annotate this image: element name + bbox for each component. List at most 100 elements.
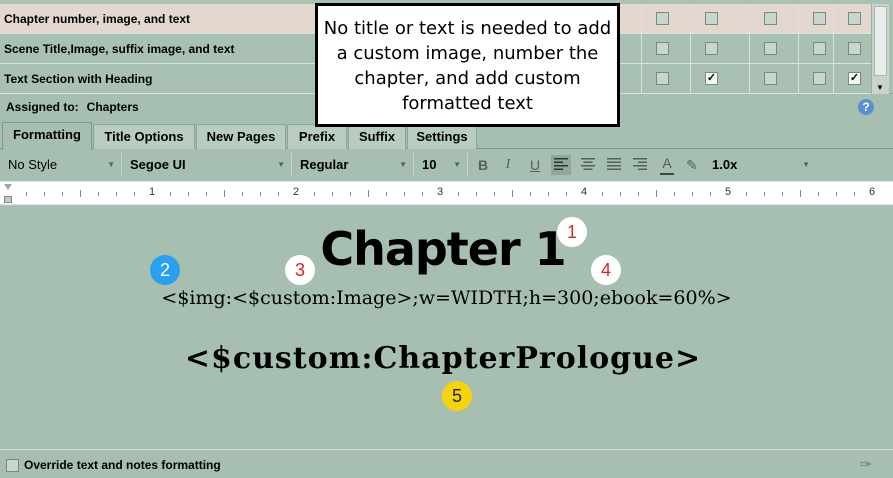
size-dropdown[interactable]: 10 ▼ — [416, 153, 468, 177]
row-checkbox[interactable] — [813, 42, 826, 55]
ruler-tick — [242, 192, 243, 196]
align-center-button[interactable] — [578, 155, 598, 175]
ruler-tick — [188, 192, 189, 196]
ruler-tick — [134, 192, 135, 196]
table-cell-divider — [798, 64, 799, 94]
ruler-tick — [332, 192, 333, 196]
highlighter-icon: ✎ — [686, 157, 698, 173]
row-checkbox[interactable] — [705, 42, 718, 55]
brush-icon[interactable]: ✑ — [860, 456, 872, 473]
tab-settings[interactable]: Settings — [407, 124, 477, 149]
italic-button[interactable]: I — [498, 155, 518, 175]
text-color-button[interactable]: A — [657, 155, 677, 175]
text-editor[interactable]: Chapter 1 <$img:<$custom:Image>;w=WIDTH;… — [0, 205, 893, 448]
weight-dropdown[interactable]: Regular ▼ — [294, 153, 414, 177]
ruler-tick — [638, 192, 639, 196]
ruler-tick — [458, 192, 459, 196]
row-checkbox[interactable] — [764, 12, 777, 25]
align-left-button[interactable] — [551, 155, 571, 175]
ruler-tick — [386, 192, 387, 196]
ruler-tick — [26, 192, 27, 196]
ruler-tick — [602, 192, 603, 196]
image-code: <$img:<$custom:Image>;w=WIDTH;h=300;eboo… — [161, 287, 732, 309]
ruler-tick — [422, 192, 423, 196]
row-checkbox[interactable] — [764, 72, 777, 85]
table-cell-divider — [641, 64, 642, 94]
row-checkbox[interactable] — [705, 12, 718, 25]
ruler-tick — [206, 192, 207, 196]
line-spacing-dropdown[interactable]: 1.0x ▼ — [706, 153, 816, 177]
tab-formatting[interactable]: Formatting — [2, 122, 92, 150]
table-scrollbar[interactable]: ▼ — [871, 4, 889, 94]
ruler-tick — [116, 192, 117, 196]
table-cell-divider — [749, 34, 750, 64]
ruler-tick — [692, 192, 693, 196]
table-cell-divider — [833, 34, 834, 64]
chevron-down-icon: ▼ — [399, 160, 407, 169]
row-checkbox[interactable]: ✓ — [848, 72, 861, 85]
table-cell-divider — [833, 4, 834, 34]
badge-2: 2 — [150, 255, 180, 285]
ruler-tick — [566, 192, 567, 196]
ruler-number: 5 — [725, 186, 732, 198]
row-checkbox[interactable] — [656, 12, 669, 25]
row-checkbox[interactable] — [848, 42, 861, 55]
font-dropdown[interactable]: Segoe UI ▼ — [124, 153, 292, 177]
ruler-number: 3 — [437, 186, 444, 198]
override-checkbox[interactable] — [6, 459, 19, 472]
ruler[interactable]: 1 2 3 4 5 6 — [0, 181, 893, 205]
ruler-tick — [80, 190, 81, 197]
text-color-icon: A — [662, 155, 672, 171]
tab-suffix[interactable]: Suffix — [348, 124, 406, 149]
ruler-tick — [764, 192, 765, 196]
tab-title-options[interactable]: Title Options — [93, 124, 195, 149]
row-checkbox[interactable] — [656, 72, 669, 85]
align-right-icon — [633, 158, 647, 170]
bold-button[interactable]: B — [473, 155, 493, 175]
ruler-tick — [476, 192, 477, 196]
row-checkbox[interactable] — [656, 42, 669, 55]
table-cell-divider — [833, 64, 834, 94]
ruler-tick — [278, 192, 279, 196]
tab-new-pages[interactable]: New Pages — [196, 124, 286, 149]
ruler-tick — [548, 192, 549, 196]
row-label: Scene Title,Image, suffix image, and tex… — [4, 42, 235, 56]
scroll-down-arrow-icon[interactable]: ▼ — [876, 83, 884, 92]
ruler-tick — [818, 192, 819, 196]
help-icon[interactable]: ? — [858, 99, 874, 115]
row-checkbox[interactable] — [764, 42, 777, 55]
ruler-tick — [836, 192, 837, 196]
ruler-tick — [170, 192, 171, 196]
row-checkbox[interactable] — [848, 12, 861, 25]
align-center-icon — [581, 158, 595, 170]
justify-icon — [607, 158, 621, 170]
tab-prefix[interactable]: Prefix — [287, 124, 347, 149]
table-cell-divider — [690, 64, 691, 94]
indent-marker[interactable] — [4, 184, 12, 204]
size-value: 10 — [422, 157, 437, 172]
ruler-tick — [512, 190, 513, 197]
table-cell-divider — [690, 34, 691, 64]
justify-button[interactable] — [604, 155, 624, 175]
row-checkbox[interactable] — [813, 72, 826, 85]
chevron-down-icon: ▼ — [802, 160, 810, 169]
weight-value: Regular — [300, 157, 349, 172]
align-left-icon — [554, 158, 568, 170]
table-cell-divider — [690, 4, 691, 34]
underline-button[interactable]: U — [525, 155, 545, 175]
override-label: Override text and notes formatting — [24, 458, 221, 472]
table-cell-divider — [641, 4, 642, 34]
style-dropdown[interactable]: No Style ▼ — [2, 153, 122, 177]
ruler-number: 6 — [869, 186, 876, 198]
highlight-button[interactable]: ✎ — [682, 155, 702, 175]
scrollbar-thumb[interactable] — [874, 6, 887, 76]
ruler-tick — [260, 192, 261, 196]
ruler-tick — [494, 192, 495, 196]
ruler-tick — [710, 192, 711, 196]
row-checkbox[interactable] — [813, 12, 826, 25]
align-right-button[interactable] — [630, 155, 650, 175]
footer: Override text and notes formatting ✑ — [0, 449, 893, 478]
row-checkbox[interactable]: ✓ — [705, 72, 718, 85]
ruler-number: 4 — [581, 186, 588, 198]
ruler-tick — [620, 192, 621, 196]
